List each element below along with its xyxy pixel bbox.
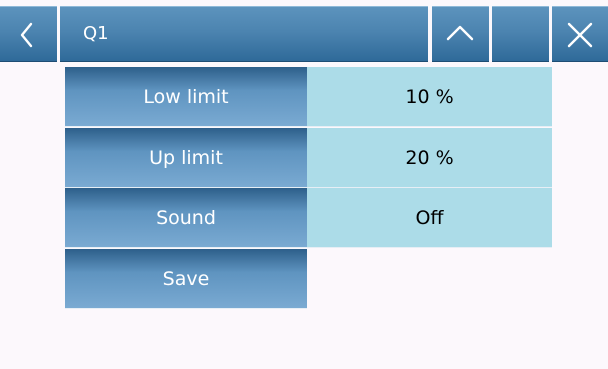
sound-value: Off (307, 188, 552, 248)
up-button[interactable] (432, 6, 489, 62)
top-bar: Q1 (0, 0, 608, 64)
blank-toolbar-button[interactable] (492, 6, 549, 62)
low-limit-button[interactable]: Low limit (65, 67, 307, 127)
header-title-bar: Q1 (60, 6, 428, 62)
chevron-left-icon (20, 22, 33, 48)
chevron-up-icon (446, 25, 474, 41)
page-title: Q1 (83, 23, 109, 44)
screen: Q1 Low limit 10 % Up limit 20 % Sound Of… (0, 0, 608, 369)
close-button[interactable] (552, 6, 608, 62)
save-button[interactable]: Save (65, 249, 307, 309)
up-limit-value: 20 % (307, 128, 552, 188)
close-icon (567, 22, 593, 48)
low-limit-value: 10 % (307, 67, 552, 127)
sound-button[interactable]: Sound (65, 188, 307, 248)
up-limit-button[interactable]: Up limit (65, 128, 307, 188)
back-button[interactable] (0, 6, 57, 62)
